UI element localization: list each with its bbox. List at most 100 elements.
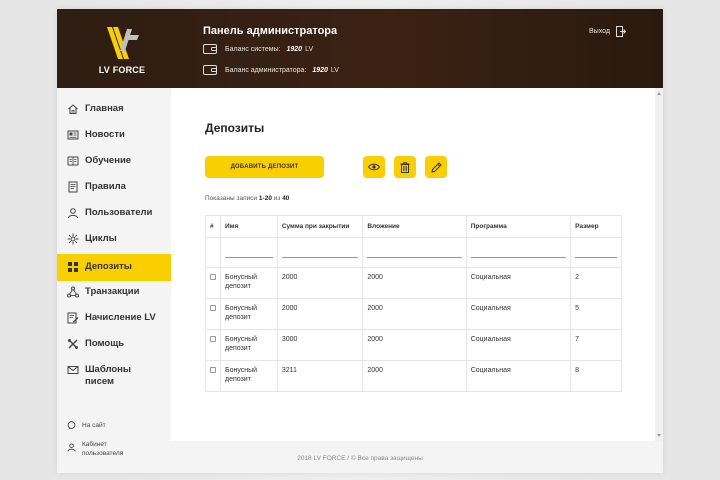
wallet-icon [203, 44, 217, 54]
sidebar-item-users[interactable]: Пользователи [57, 207, 171, 225]
scroll-up-icon[interactable] [657, 92, 661, 95]
sidebar-item-label: Транзакции [85, 286, 140, 297]
eye-icon [368, 163, 380, 171]
sidebar-item-label: Шаблоны писем [85, 364, 132, 387]
system-balance-label: Баланс системы: [225, 45, 281, 53]
logout-label: Выход [589, 28, 610, 35]
column-header-program[interactable]: Программа [465, 215, 572, 238]
cell-size: 5 [570, 298, 622, 330]
admin-balance-label: Баланс администратора: [225, 66, 307, 74]
records-prefix: Показаны записи [205, 195, 258, 202]
cell-program: Социальная [465, 298, 572, 330]
cell-investment: 2000 [362, 329, 467, 361]
user-icon [67, 443, 76, 452]
filter-program[interactable] [465, 237, 572, 268]
sidebar-item-label: Пользователи [85, 207, 153, 218]
sidebar-item-rules[interactable]: Правила [57, 181, 171, 199]
sidebar-item-label: Депозиты [85, 261, 132, 272]
users-icon [68, 208, 78, 219]
sidebar-item-label: Главная [85, 103, 124, 114]
sidebar-item-mail-templates[interactable]: Шаблоны писем [57, 364, 171, 392]
cell-close-sum: 2000 [276, 298, 364, 330]
main-content: Депозиты ДОБАВИТЬ ДЕПОЗИТ Показаны запис… [171, 88, 655, 441]
logout-button[interactable]: Выход [589, 26, 626, 37]
cell-close-sum: 3211 [276, 360, 364, 392]
cell-name: Бонусный депозит [220, 360, 278, 392]
sidebar-item-label: Начисление LV [85, 312, 156, 323]
app-window: LV FORCE Панель администратора Баланс си… [57, 9, 663, 473]
delete-button[interactable] [394, 156, 416, 178]
logo[interactable]: LV FORCE [87, 19, 157, 81]
table-row: Бонусный депозит 3000 2000 Социальная 7 [205, 329, 622, 361]
records-range: 1-20 [258, 195, 272, 202]
sidebar-item-transactions[interactable]: Транзакции [57, 286, 171, 304]
records-summary: Показаны записи 1-20 из 40 [205, 195, 289, 202]
column-header-size[interactable]: Размер [570, 215, 622, 238]
filter-name[interactable] [220, 237, 278, 268]
system-balance-value: 1920 [286, 45, 303, 53]
cell-close-sum: 3000 [276, 329, 364, 361]
column-header-name[interactable]: Имя [220, 215, 278, 238]
system-balance: Баланс системы: 1920 LV [203, 44, 313, 54]
sidebar-item-help[interactable]: Помощь [57, 338, 171, 356]
filter-size[interactable] [570, 237, 622, 268]
cell-program: Социальная [465, 360, 572, 392]
filter-cell [205, 237, 221, 268]
records-total: 40 [282, 195, 290, 202]
footer: 2018 LV FORCE / © Все права защищены [297, 455, 423, 462]
help-icon [68, 339, 78, 349]
chat-icon [67, 421, 76, 430]
add-deposit-button[interactable]: ДОБАВИТЬ ДЕПОЗИТ [205, 156, 324, 178]
cell-investment: 2000 [362, 360, 467, 392]
system-balance-currency: LV [305, 45, 314, 53]
cell-name: Бонусный депозит [220, 329, 278, 361]
cell-size: 2 [570, 267, 622, 299]
news-icon [67, 130, 79, 140]
row-checkbox[interactable] [210, 274, 216, 280]
column-header-number[interactable]: # [205, 215, 221, 238]
filter-close-sum[interactable] [276, 237, 364, 268]
deposits-table: # Имя Сумма при закрытии Вложение Програ… [205, 215, 622, 392]
filter-row [205, 237, 622, 268]
filter-investment[interactable] [362, 237, 467, 268]
scroll-down-icon[interactable] [657, 434, 661, 437]
page-title: Депозиты [205, 121, 265, 135]
row-checkbox[interactable] [210, 336, 216, 342]
cell-program: Социальная [465, 267, 572, 299]
cycles-icon [67, 233, 79, 245]
admin-balance-value: 1920 [312, 66, 328, 74]
admin-balance: Баланс администратора: 1920 LV [203, 65, 339, 75]
to-site-link[interactable]: На сайт [67, 421, 106, 430]
cell-program: Социальная [465, 329, 572, 361]
sidebar-item-label: Помощь [85, 338, 125, 349]
sidebar-item-home[interactable]: Главная [57, 103, 171, 121]
edit-button[interactable] [425, 156, 447, 178]
header-title: Панель администратора [203, 25, 338, 37]
sidebar-item-label: Правила [85, 181, 126, 192]
sidebar: Главная Новости Обучение Правила Пользов… [57, 88, 171, 473]
cell-size: 8 [570, 360, 622, 392]
table-row: Бонусный депозит 3211 2000 Социальная 8 [205, 360, 622, 392]
row-checkbox[interactable] [210, 367, 216, 373]
column-header-investment[interactable]: Вложение [362, 215, 467, 238]
row-checkbox[interactable] [210, 305, 216, 311]
vertical-scrollbar[interactable] [655, 88, 663, 441]
sidebar-item-cycles[interactable]: Циклы [57, 233, 171, 251]
cell-name: Бонусный депозит [220, 298, 278, 330]
admin-balance-currency: LV [330, 66, 339, 74]
cell-size: 7 [570, 329, 622, 361]
sidebar-item-label: Новости [85, 129, 125, 140]
sidebar-item-label: Циклы [85, 233, 117, 244]
view-button[interactable] [363, 156, 385, 178]
rules-icon [68, 181, 78, 193]
cell-close-sum: 2000 [276, 267, 364, 299]
sidebar-item-news[interactable]: Новости [57, 129, 171, 147]
accrual-icon [67, 312, 79, 324]
sidebar-item-accrual-lv[interactable]: Начисление LV [57, 312, 171, 330]
column-header-close-sum[interactable]: Сумма при закрытии [276, 215, 364, 238]
cell-investment: 2000 [362, 267, 467, 299]
sidebar-item-deposits[interactable]: Депозиты [57, 254, 171, 281]
sidebar-item-education[interactable]: Обучение [57, 155, 171, 173]
logo-text: LV FORCE [98, 65, 146, 75]
table-header-row: # Имя Сумма при закрытии Вложение Програ… [205, 215, 622, 238]
